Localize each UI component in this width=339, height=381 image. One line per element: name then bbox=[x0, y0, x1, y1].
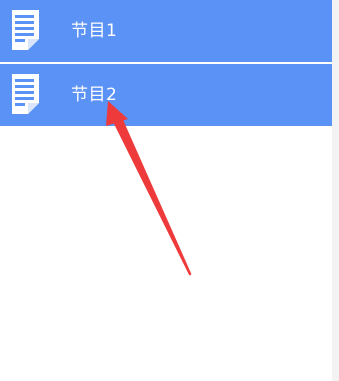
list-item-label: 节目2 bbox=[71, 85, 118, 105]
list-item-program-2[interactable]: 节目2 bbox=[0, 64, 332, 126]
list-item-label: 节目1 bbox=[71, 21, 118, 41]
list-item-program-1[interactable]: 节目1 bbox=[0, 0, 332, 62]
program-list: 节目1 节目2 bbox=[0, 0, 332, 126]
document-icon bbox=[9, 73, 42, 115]
document-icon bbox=[9, 9, 42, 51]
arrow-shaft bbox=[111, 114, 192, 276]
scrollbar-track[interactable] bbox=[332, 0, 339, 381]
screen: 节目1 节目2 bbox=[0, 0, 339, 381]
